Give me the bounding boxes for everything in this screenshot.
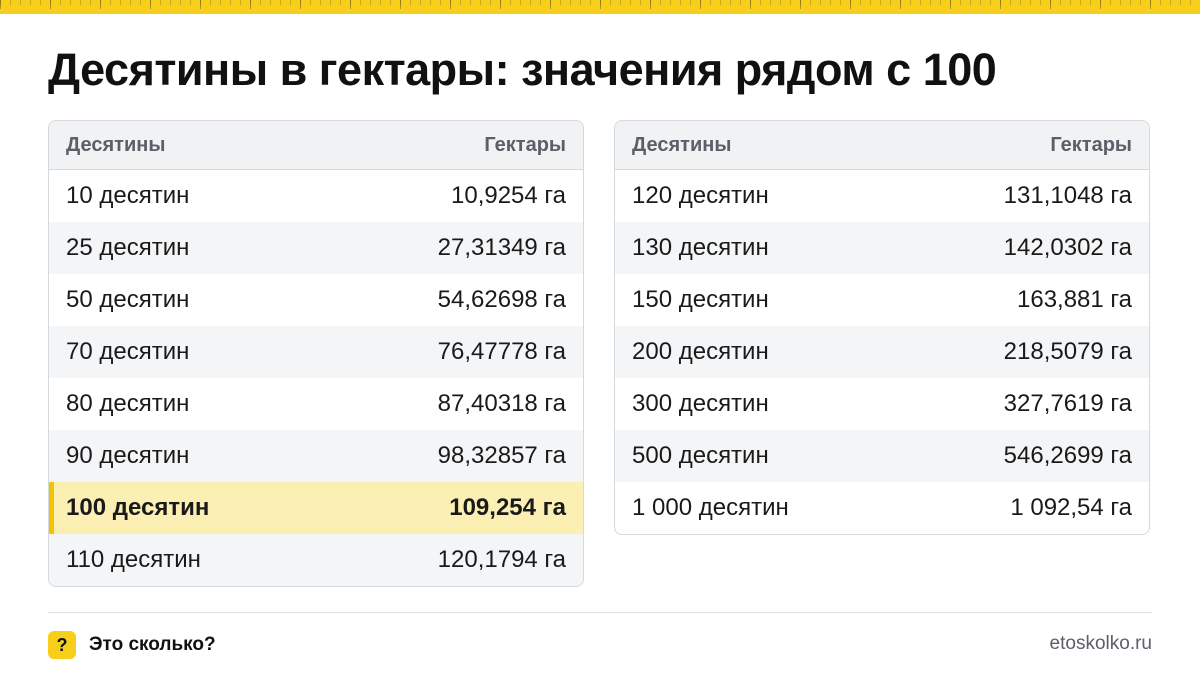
table-row: 10 десятин 10,9254 га xyxy=(49,170,583,222)
cell-desyatiny: 1 000 десятин xyxy=(632,494,789,521)
table-header: Десятины Гектары xyxy=(615,121,1149,170)
table-row: 50 десятин 54,62698 га xyxy=(49,274,583,326)
footer-divider xyxy=(48,612,1152,613)
cell-hectares: 1 092,54 га xyxy=(1010,494,1132,521)
cell-desyatiny: 150 десятин xyxy=(632,286,769,313)
table-row: 300 десятин 327,7619 га xyxy=(615,378,1149,430)
cell-hectares: 163,881 га xyxy=(1017,286,1132,313)
table-header: Десятины Гектары xyxy=(49,121,583,170)
cell-hectares: 131,1048 га xyxy=(1003,182,1132,209)
column-header-desyatiny: Десятины xyxy=(632,133,732,156)
cell-desyatiny: 200 десятин xyxy=(632,338,769,365)
cell-desyatiny: 500 десятин xyxy=(632,442,769,469)
table-row: 500 десятин 546,2699 га xyxy=(615,430,1149,482)
table-row: 70 десятин 76,47778 га xyxy=(49,326,583,378)
cell-hectares: 10,9254 га xyxy=(451,182,566,209)
cell-desyatiny: 70 десятин xyxy=(66,338,190,365)
cell-desyatiny: 130 десятин xyxy=(632,234,769,261)
table-row: 120 десятин 131,1048 га xyxy=(615,170,1149,222)
footer-brand[interactable]: ? Это сколько? xyxy=(48,630,216,660)
conversion-table-right: Десятины Гектары 120 десятин 131,1048 га… xyxy=(614,120,1150,535)
table-row: 130 десятин 142,0302 га xyxy=(615,222,1149,274)
table-row: 90 десятин 98,32857 га xyxy=(49,430,583,482)
column-header-desyatiny: Десятины xyxy=(66,133,166,156)
brand-name: Это сколько? xyxy=(89,634,216,655)
cell-desyatiny: 50 десятин xyxy=(66,286,190,313)
cell-desyatiny: 25 десятин xyxy=(66,234,190,261)
cell-hectares: 218,5079 га xyxy=(1003,338,1132,365)
question-mark-icon: ? xyxy=(48,631,76,659)
cell-hectares: 109,254 га xyxy=(449,494,566,521)
cell-desyatiny: 100 десятин xyxy=(66,494,210,521)
highlighted-row: 100 десятин 109,254 га xyxy=(49,482,583,534)
page-title: Десятины в гектары: значения рядом с 100 xyxy=(48,44,997,95)
cell-desyatiny: 300 десятин xyxy=(632,390,769,417)
cell-desyatiny: 120 десятин xyxy=(632,182,769,209)
top-ruler-bar xyxy=(0,0,1200,14)
cell-hectares: 142,0302 га xyxy=(1003,234,1132,261)
table-row: 200 десятин 218,5079 га xyxy=(615,326,1149,378)
cell-hectares: 87,40318 га xyxy=(437,390,566,417)
cell-hectares: 27,31349 га xyxy=(437,234,566,261)
column-header-hectares: Гектары xyxy=(1050,133,1132,156)
cell-hectares: 327,7619 га xyxy=(1003,390,1132,417)
site-link[interactable]: etoskolko.ru xyxy=(1050,633,1152,655)
cell-desyatiny: 80 десятин xyxy=(66,390,190,417)
cell-hectares: 76,47778 га xyxy=(437,338,566,365)
cell-desyatiny: 90 десятин xyxy=(66,442,190,469)
table-row: 110 десятин 120,1794 га xyxy=(49,534,583,586)
cell-desyatiny: 10 десятин xyxy=(66,182,190,209)
cell-desyatiny: 110 десятин xyxy=(66,546,201,573)
cell-hectares: 120,1794 га xyxy=(437,546,566,573)
cell-hectares: 54,62698 га xyxy=(437,286,566,313)
cell-hectares: 98,32857 га xyxy=(437,442,566,469)
table-row: 80 десятин 87,40318 га xyxy=(49,378,583,430)
cell-hectares: 546,2699 га xyxy=(1003,442,1132,469)
table-row: 150 десятин 163,881 га xyxy=(615,274,1149,326)
table-row: 25 десятин 27,31349 га xyxy=(49,222,583,274)
column-header-hectares: Гектары xyxy=(484,133,566,156)
table-row: 1 000 десятин 1 092,54 га xyxy=(615,482,1149,534)
conversion-table-left: Десятины Гектары 10 десятин 10,9254 га 2… xyxy=(48,120,584,587)
